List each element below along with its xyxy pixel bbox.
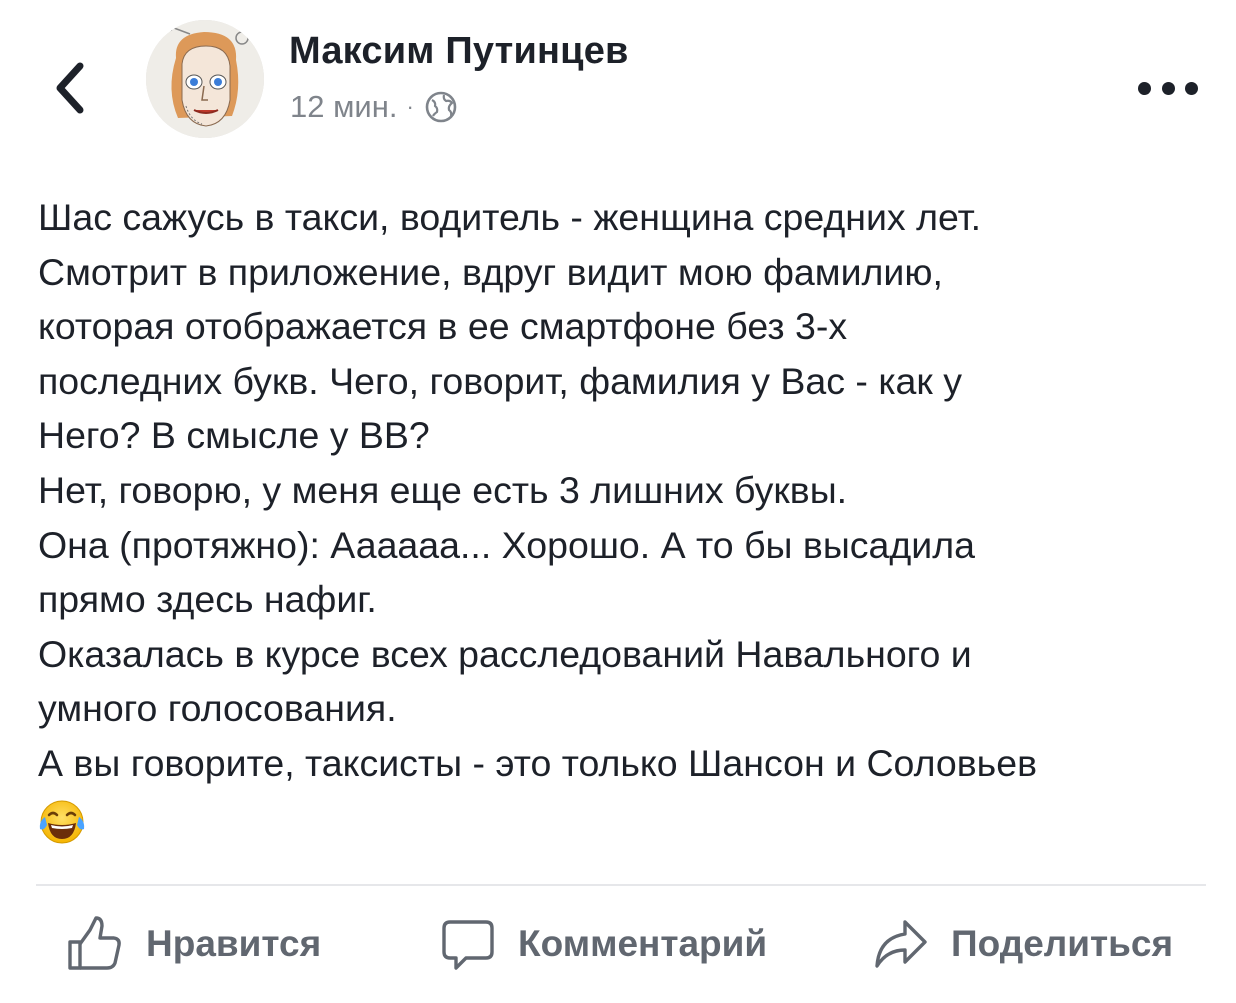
more-dots-icon [1161,81,1175,95]
comment-button[interactable]: Комментарий [440,912,767,976]
like-button[interactable]: Нравится [64,912,321,976]
comment-icon [442,920,494,970]
share-label: Поделиться [951,923,1174,964]
share-arrow-icon [875,920,927,968]
like-label: Нравится [146,923,322,964]
actions-divider [36,884,1206,886]
chevron-left-icon [56,62,84,114]
avatar[interactable] [146,20,264,138]
author-name[interactable]: Максим Путинцев [289,30,629,73]
more-options-button[interactable] [1138,70,1198,106]
avatar-drawing [146,20,264,138]
post-time[interactable]: 12 мин. [290,89,397,125]
globe-icon [425,91,457,123]
tears-of-joy-emoji-icon [39,800,85,844]
post-meta: 12 мин. · [290,88,458,126]
meta-separator: · [406,94,414,119]
share-button[interactable]: Поделиться [873,912,1173,976]
comment-label: Комментарий [518,923,768,964]
post-text: Шас сажусь в такси, водитель - женщина с… [38,196,1037,784]
more-dots-icon [1138,81,1151,95]
back-button[interactable] [40,52,100,124]
thumbs-up-icon [68,916,121,970]
more-dots-icon [1185,81,1198,95]
